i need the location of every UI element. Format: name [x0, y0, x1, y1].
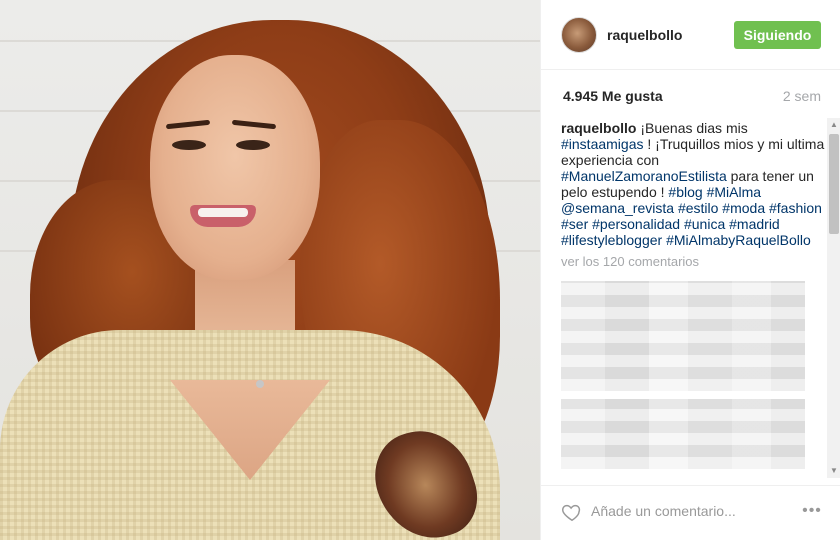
comments-area: raquelbollo ¡Buenas dias mis #instaamiga… — [561, 120, 827, 480]
mention-link[interactable]: @semana_revista — [561, 200, 674, 216]
photo-eye — [172, 140, 206, 150]
hashtag-link[interactable]: #ManuelZamoranoEstilista — [561, 168, 727, 184]
post-stats: 4.945 Me gusta 2 sem — [563, 88, 821, 108]
photo-eye — [236, 140, 270, 150]
caption: raquelbollo ¡Buenas dias mis #instaamiga… — [561, 120, 827, 248]
scroll-down-arrow-icon[interactable]: ▼ — [829, 466, 839, 476]
username-link[interactable]: raquelbollo — [607, 27, 682, 43]
scroll-up-arrow-icon[interactable]: ▲ — [829, 120, 839, 130]
photo-teeth — [198, 208, 248, 217]
hashtag-link[interactable]: #lifestyleblogger — [561, 232, 662, 248]
heart-icon[interactable] — [561, 501, 583, 523]
photo-face — [150, 55, 320, 280]
view-all-comments-link[interactable]: ver los 120 comentarios — [561, 254, 827, 269]
post-header: raquelbollo Siguiendo — [541, 0, 840, 70]
post-side-panel: raquelbollo Siguiendo 4.945 Me gusta 2 s… — [540, 0, 840, 540]
caption-username[interactable]: raquelbollo — [561, 120, 636, 136]
hashtag-link[interactable]: #madrid — [729, 216, 780, 232]
more-options-icon[interactable]: ••• — [797, 500, 827, 522]
photo-pendant — [256, 380, 264, 388]
hashtag-link[interactable]: #MiAlma — [707, 184, 761, 200]
hashtag-link[interactable]: #estilo — [678, 200, 718, 216]
caption-text: ¡Buenas dias mis — [636, 120, 748, 136]
likes-count[interactable]: 4.945 Me gusta — [563, 88, 663, 104]
blurred-comments — [561, 399, 805, 469]
hashtag-link[interactable]: #ser — [561, 216, 588, 232]
hashtag-link[interactable]: #blog — [668, 184, 702, 200]
comment-input[interactable] — [591, 500, 791, 522]
hashtag-link[interactable]: #moda — [722, 200, 765, 216]
post-time[interactable]: 2 sem — [783, 88, 821, 104]
comment-footer: ••• — [541, 485, 840, 540]
hashtag-link[interactable]: #unica — [684, 216, 725, 232]
scrollbar-thumb[interactable] — [829, 134, 839, 234]
following-button[interactable]: Siguiendo — [734, 21, 821, 49]
hashtag-link[interactable]: #instaamigas — [561, 136, 644, 152]
comments-scrollbar[interactable]: ▲ ▼ — [827, 118, 840, 478]
hashtag-link[interactable]: #fashion — [769, 200, 822, 216]
blurred-comments — [561, 281, 805, 391]
hashtag-link[interactable]: #personalidad — [592, 216, 680, 232]
hashtag-link[interactable]: #MiAlmabyRaquelBollo — [666, 232, 811, 248]
avatar[interactable] — [561, 17, 597, 53]
post-photo[interactable] — [0, 0, 540, 540]
